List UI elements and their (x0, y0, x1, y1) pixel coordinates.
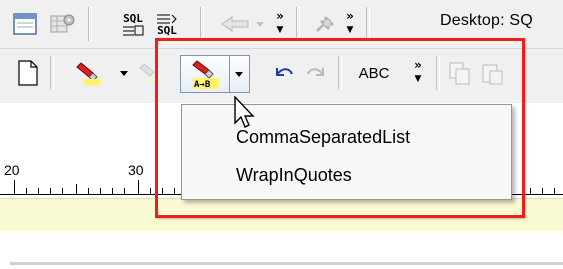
highlight-button[interactable] (74, 55, 106, 91)
grid-settings-icon (50, 14, 75, 33)
highlight-dropdown-button[interactable] (118, 55, 130, 91)
toolbar-separator (200, 7, 204, 41)
toolbar-separator (366, 7, 370, 41)
sql-label: SQL (123, 11, 143, 25)
toolbar-separator (50, 56, 54, 90)
sql-lines-icon (123, 25, 144, 35)
text-lines-icon (157, 14, 177, 23)
ruler-tick (14, 180, 15, 194)
chevron-down-icon: ▼ (276, 25, 284, 35)
overflow-label: » (346, 9, 354, 23)
window-bottom-edge (10, 262, 563, 265)
toolbar-separator (88, 7, 92, 41)
ruler-tick (138, 180, 139, 194)
chevron-down-icon (120, 70, 128, 76)
toolbar-overflow-chevron[interactable]: » ▼ (272, 10, 288, 40)
mouse-cursor-icon (234, 96, 255, 128)
disconnect-button[interactable] (310, 6, 340, 42)
sql-label-bottom: SQL (157, 23, 177, 37)
toolbar-separator (296, 7, 300, 41)
sql-run-button[interactable]: SQL (118, 6, 148, 42)
connection-label: Desktop: SQ (440, 12, 533, 29)
window-icon (13, 13, 37, 35)
back-button[interactable] (218, 6, 268, 42)
new-document-icon (18, 60, 38, 86)
plug-icon (316, 16, 334, 32)
chevron-down-icon: ▼ (346, 25, 354, 35)
sql-format-button[interactable]: SQL (152, 6, 182, 42)
ruler-tick (76, 184, 77, 194)
back-arrow-icon (221, 16, 264, 32)
marker-icon (76, 62, 101, 85)
new-document-button[interactable] (14, 55, 42, 91)
ruler-label: 20 (4, 162, 20, 178)
ruler-label: 30 (128, 162, 144, 178)
window-icon-button[interactable] (10, 6, 40, 42)
highlight-annotation-box (155, 38, 525, 218)
toolbar-overflow-chevron-2[interactable]: » ▼ (342, 10, 358, 40)
grid-settings-button[interactable] (48, 6, 78, 42)
overflow-label: » (276, 9, 284, 23)
